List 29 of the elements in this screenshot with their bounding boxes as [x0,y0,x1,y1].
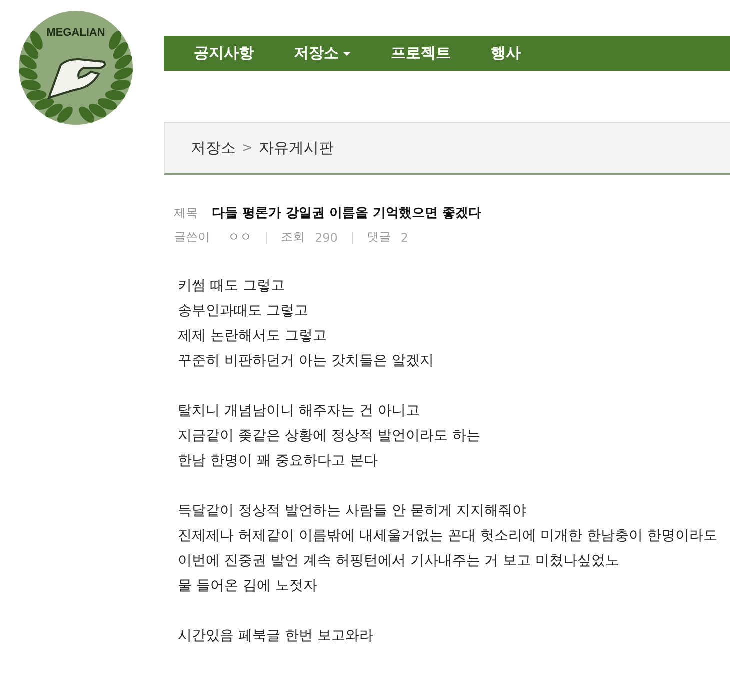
meta-label: 조회 [281,229,305,246]
breadcrumb-separator: > [242,140,253,156]
breadcrumb-current: 자유게시판 [258,138,334,158]
title-label: 제목 [174,205,198,222]
nav-link[interactable]: 프로젝트 [391,44,451,63]
body-text-line: 제제 논란해서도 그렇고 [178,327,328,346]
body-text-line: 한남 한명이 꽤 중요하다고 본다 [178,452,379,471]
meta-value: ㅇㅇ [228,229,252,246]
body-text-line: 송부인과때도 그렇고 [178,302,310,321]
body-text-line: 진제제나 허제같이 이름밖에 내세울거없는 꼰대 헛소리에 미개한 한남충이 한명이라도 [178,527,719,546]
meta-value: 290 [315,230,338,244]
body-text-line: 지금같이 좆같은 상황에 정상적 발언이라도 하는 [178,427,482,446]
body-text-line: 이번에 진중권 발언 계속 허핑턴에서 기사내주는 거 보고 미쳤나싶었노 [178,552,621,571]
logo-text: MEGALIAN [46,27,106,39]
logo[interactable]: MEGALIAN [9,10,143,126]
post-title: 다들 평론가 강일권 이름을 기억했으면 좋겠다 [212,205,482,222]
nav-link[interactable]: 공지사항 [194,44,254,63]
meta-label: 글쓴이 [174,229,210,246]
nav-link[interactable]: 저장소 [294,44,351,63]
breadcrumb-link[interactable]: 저장소 [191,138,236,158]
body-text-line: 탈치니 개념남이니 해주자는 건 아니고 [178,402,421,421]
nav-link[interactable]: 행사 [491,44,521,63]
body-text-line: 시간있음 페북글 한번 보고와라 [178,627,374,646]
body-text-line: 꾸준히 비판하던거 아는 갓치들은 알겠지 [178,352,435,371]
body-text-line: 키썸 때도 그렇고 [178,277,286,296]
body-text-line: 물 들어온 김에 노젓자 [178,577,318,596]
body-text-line: 득달같이 정상적 발언하는 사람들 안 묻히게 지지해줘야 [178,502,528,521]
meta-label: 댓글 [366,229,391,246]
meta-value: 2 [400,230,409,244]
